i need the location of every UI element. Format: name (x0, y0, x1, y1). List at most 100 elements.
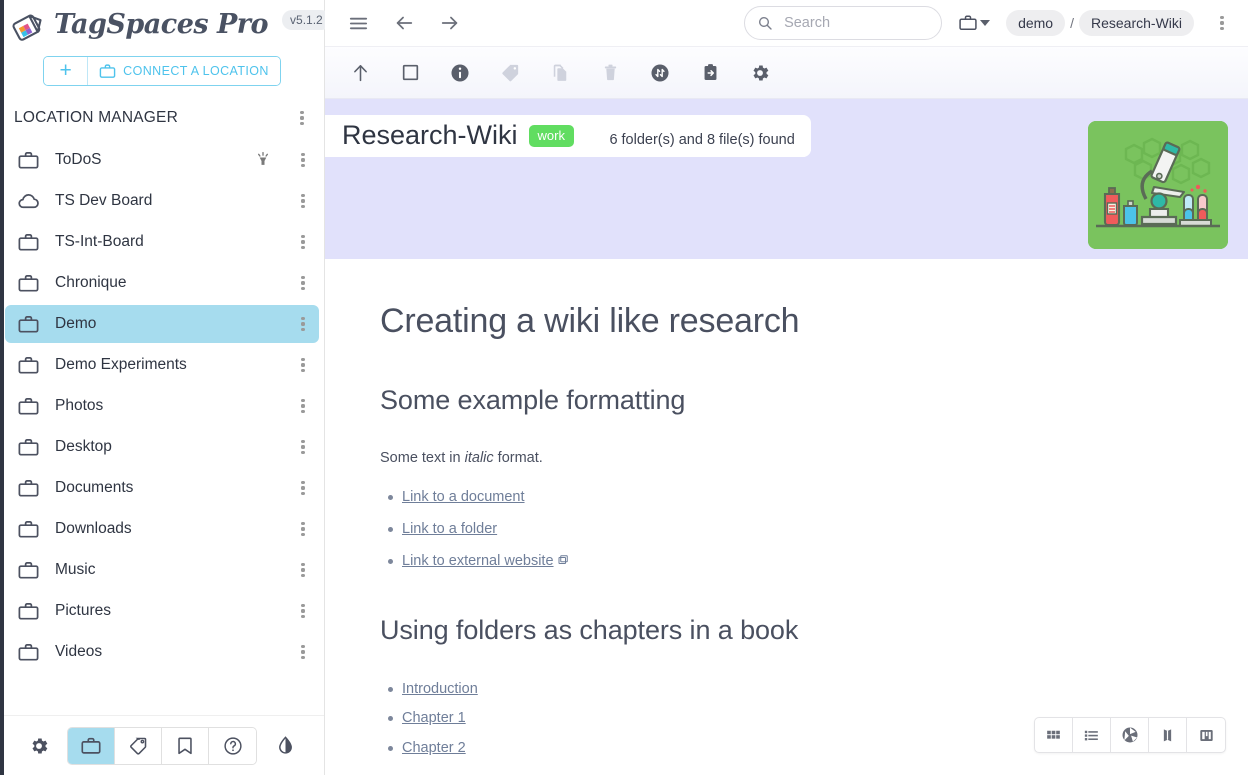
contrast-theme-icon[interactable] (269, 730, 301, 762)
more-vertical-icon[interactable] (291, 517, 315, 541)
grid-view-icon-button[interactable] (1035, 718, 1073, 752)
arrow-right-icon[interactable] (435, 8, 465, 38)
more-vertical-icon[interactable] (291, 271, 315, 295)
list-item: Link to external website (402, 552, 1218, 571)
bookmark-icon-button[interactable] (162, 728, 209, 764)
more-vertical-icon[interactable] (291, 148, 315, 172)
location-manager-header: LOCATION MANAGER (0, 98, 324, 138)
navigate-up-icon[interactable] (347, 60, 373, 86)
list-item: Link to a document (402, 488, 1218, 507)
search-icon (757, 15, 773, 31)
sidebar-item-label: ToDoS (55, 151, 239, 169)
sidebar-item-downloads[interactable]: Downloads (5, 510, 319, 548)
gear-icon[interactable] (23, 730, 55, 762)
list-view-icon-button[interactable] (1073, 718, 1111, 752)
select-all-square-icon[interactable] (397, 60, 423, 86)
sidebar-item-documents[interactable]: Documents (5, 469, 319, 507)
more-vertical-icon[interactable] (291, 435, 315, 459)
more-vertical-icon[interactable] (291, 599, 315, 623)
briefcase-icon (17, 477, 41, 500)
delete-trash-icon[interactable] (597, 60, 623, 86)
entry-subline-wrap: 6 folder(s) and 8 file(s) found (592, 129, 810, 157)
more-vertical-icon[interactable] (291, 230, 315, 254)
more-vertical-icon[interactable] (291, 476, 315, 500)
location-selector-button[interactable] (958, 13, 990, 33)
sidebar-item-label: Demo (55, 315, 277, 333)
sidebar-item-videos[interactable]: Videos (5, 633, 319, 671)
sidebar-item-todos[interactable]: ToDoS (5, 141, 319, 179)
briefcase-icon-button[interactable] (68, 728, 115, 764)
doc-link[interactable]: Chapter 1 (402, 710, 466, 726)
version-badge: v5.1.2 (282, 10, 331, 30)
briefcase-icon (17, 559, 41, 582)
main-area: demo/Research-Wiki Research-Wiki work 6 … (325, 0, 1248, 775)
folder-file-count: 6 folder(s) and 8 file(s) found (609, 132, 794, 148)
connect-a-location-label: CONNECT A LOCATION (123, 64, 269, 78)
add-location-button[interactable]: + (44, 57, 88, 85)
torch-icon[interactable] (253, 150, 273, 170)
kanban-view-icon-button[interactable] (1187, 718, 1225, 752)
sidebar-item-demo-experiments[interactable]: Demo Experiments (5, 346, 319, 384)
laboratory-microscope-illustration (1088, 121, 1228, 249)
search-box[interactable] (744, 6, 942, 40)
tagspaces-logo-icon (10, 5, 48, 43)
briefcase-icon (958, 13, 978, 33)
status-badge[interactable]: work (529, 125, 574, 147)
more-vertical-icon[interactable] (291, 353, 315, 377)
aperture-view-icon-button[interactable] (1111, 718, 1149, 752)
sidebar-item-ts-int-board[interactable]: TS-Int-Board (5, 223, 319, 261)
breadcrumb-item-research-wiki[interactable]: Research-Wiki (1079, 10, 1194, 36)
export-to-icon[interactable] (697, 60, 723, 86)
doc-link[interactable]: Link to a folder (402, 521, 497, 537)
sidebar-item-label: Demo Experiments (55, 356, 277, 374)
tag-icon-button[interactable] (115, 728, 162, 764)
tagspaces-window: TagSpaces Pro v5.1.2 + CONNECT A LOCATIO… (0, 0, 1248, 775)
entry-title-row: Research-Wiki work (325, 115, 588, 157)
sidebar-item-label: Videos (55, 643, 277, 661)
map-view-icon-button[interactable] (1149, 718, 1187, 752)
briefcase-icon (99, 63, 116, 80)
help-circle-icon (222, 735, 244, 757)
copy-files-icon[interactable] (547, 60, 573, 86)
breadcrumb: demo/Research-Wiki (1006, 10, 1194, 36)
move-transfer-icon[interactable] (647, 60, 673, 86)
doc-link[interactable]: Link to a document (402, 489, 525, 505)
search-input[interactable] (782, 14, 929, 32)
list-item: Introduction (402, 680, 1218, 699)
gear-icon[interactable] (747, 60, 773, 86)
briefcase-icon (17, 354, 41, 377)
info-filled-icon[interactable] (447, 60, 473, 86)
tag-icon (127, 735, 149, 757)
more-vertical-icon[interactable] (291, 640, 315, 664)
connect-a-location-button[interactable]: CONNECT A LOCATION (88, 57, 280, 85)
doc-link[interactable]: Link to external website (402, 553, 554, 569)
list-item: Link to a folder (402, 520, 1218, 539)
briefcase-icon (17, 272, 41, 295)
sidebar-item-chronique[interactable]: Chronique (5, 264, 319, 302)
sidebar-bottom-bar (0, 715, 324, 775)
sidebar-item-desktop[interactable]: Desktop (5, 428, 319, 466)
sidebar-item-music[interactable]: Music (5, 551, 319, 589)
map-view-icon (1158, 726, 1177, 745)
sidebar-item-label: Downloads (55, 520, 277, 538)
sidebar-item-demo[interactable]: Demo (5, 305, 319, 343)
more-vertical-icon[interactable] (291, 189, 315, 213)
doc-link[interactable]: Introduction (402, 681, 478, 697)
sidebar-item-photos[interactable]: Photos (5, 387, 319, 425)
sidebar-item-ts-dev-board[interactable]: TS Dev Board (5, 182, 319, 220)
doc-heading-1: Creating a wiki like research (380, 302, 1218, 341)
breadcrumb-item-demo[interactable]: demo (1006, 10, 1065, 36)
sidebar-panel-switch (67, 727, 257, 765)
hamburger-menu-icon[interactable] (343, 8, 373, 38)
more-vertical-icon[interactable] (291, 394, 315, 418)
more-vertical-icon[interactable] (291, 312, 315, 336)
help-circle-icon-button[interactable] (209, 728, 256, 764)
more-vertical-icon[interactable] (290, 106, 314, 130)
tag-icon[interactable] (497, 60, 523, 86)
sidebar-item-pictures[interactable]: Pictures (5, 592, 319, 630)
breadcrumb-more-vertical-icon[interactable] (1210, 11, 1234, 35)
doc-link[interactable]: Chapter 2 (402, 740, 466, 756)
more-vertical-icon[interactable] (291, 558, 315, 582)
briefcase-icon (17, 395, 41, 418)
arrow-left-icon[interactable] (389, 8, 419, 38)
